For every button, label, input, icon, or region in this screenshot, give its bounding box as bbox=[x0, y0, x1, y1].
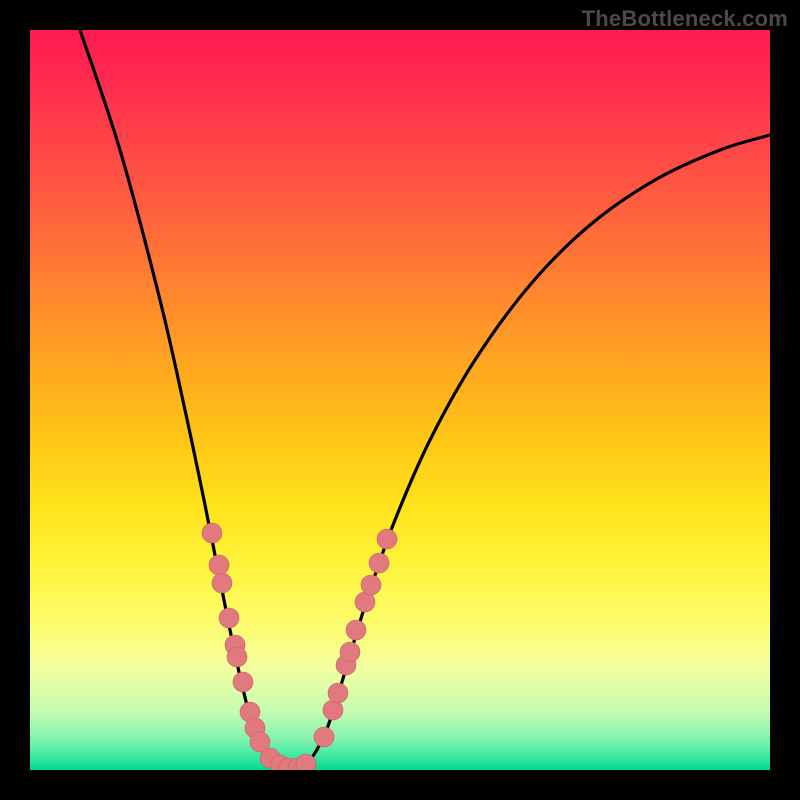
data-marker bbox=[314, 727, 334, 747]
data-marker bbox=[361, 575, 381, 595]
chart-frame: TheBottleneck.com bbox=[0, 0, 800, 800]
watermark-text: TheBottleneck.com bbox=[582, 6, 788, 32]
data-marker bbox=[209, 555, 229, 575]
data-marker bbox=[377, 529, 397, 549]
data-marker bbox=[202, 523, 222, 543]
data-marker bbox=[346, 620, 366, 640]
data-marker bbox=[227, 647, 247, 667]
data-marker bbox=[369, 553, 389, 573]
data-marker bbox=[219, 608, 239, 628]
data-marker bbox=[233, 672, 253, 692]
data-marker bbox=[340, 642, 360, 662]
chart-svg bbox=[30, 30, 770, 770]
bottleneck-curve bbox=[80, 30, 770, 769]
data-markers bbox=[202, 523, 397, 770]
plot-area bbox=[30, 30, 770, 770]
data-marker bbox=[212, 573, 232, 593]
data-marker bbox=[328, 683, 348, 703]
